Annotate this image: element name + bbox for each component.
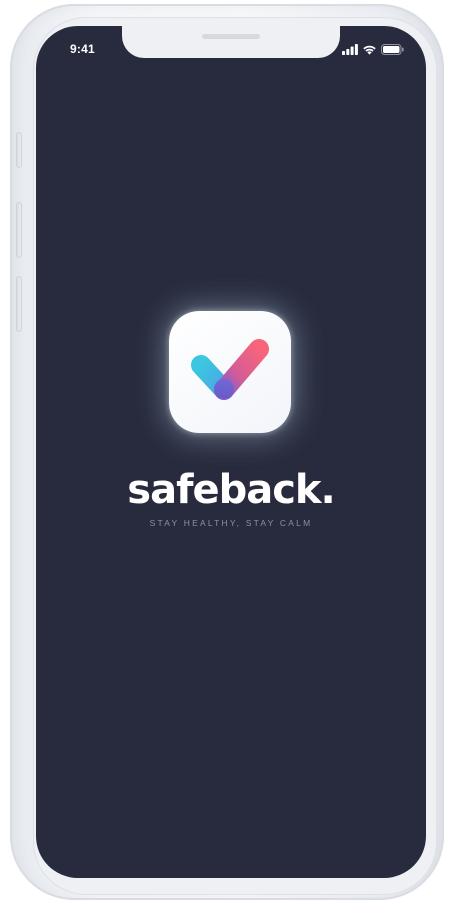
notch [122, 26, 340, 58]
battery-icon [381, 43, 404, 55]
splash-screen: 9:41 safeback. STAY HEALTHY, STAY CALM [36, 26, 426, 878]
mute-switch [16, 132, 22, 168]
status-icons [342, 43, 404, 55]
brand-name: safeback. [127, 467, 335, 513]
status-time: 9:41 [70, 42, 95, 56]
volume-down-button [16, 276, 22, 332]
speaker-grille [202, 34, 260, 39]
signal-icon [342, 43, 358, 55]
tagline: STAY HEALTHY, STAY CALM [149, 518, 313, 528]
volume-up-button [16, 202, 22, 258]
app-icon [169, 311, 291, 433]
device-mockup: 9:41 safeback. STAY HEALTHY, STAY CALM [0, 0, 450, 904]
wifi-icon [362, 44, 377, 55]
